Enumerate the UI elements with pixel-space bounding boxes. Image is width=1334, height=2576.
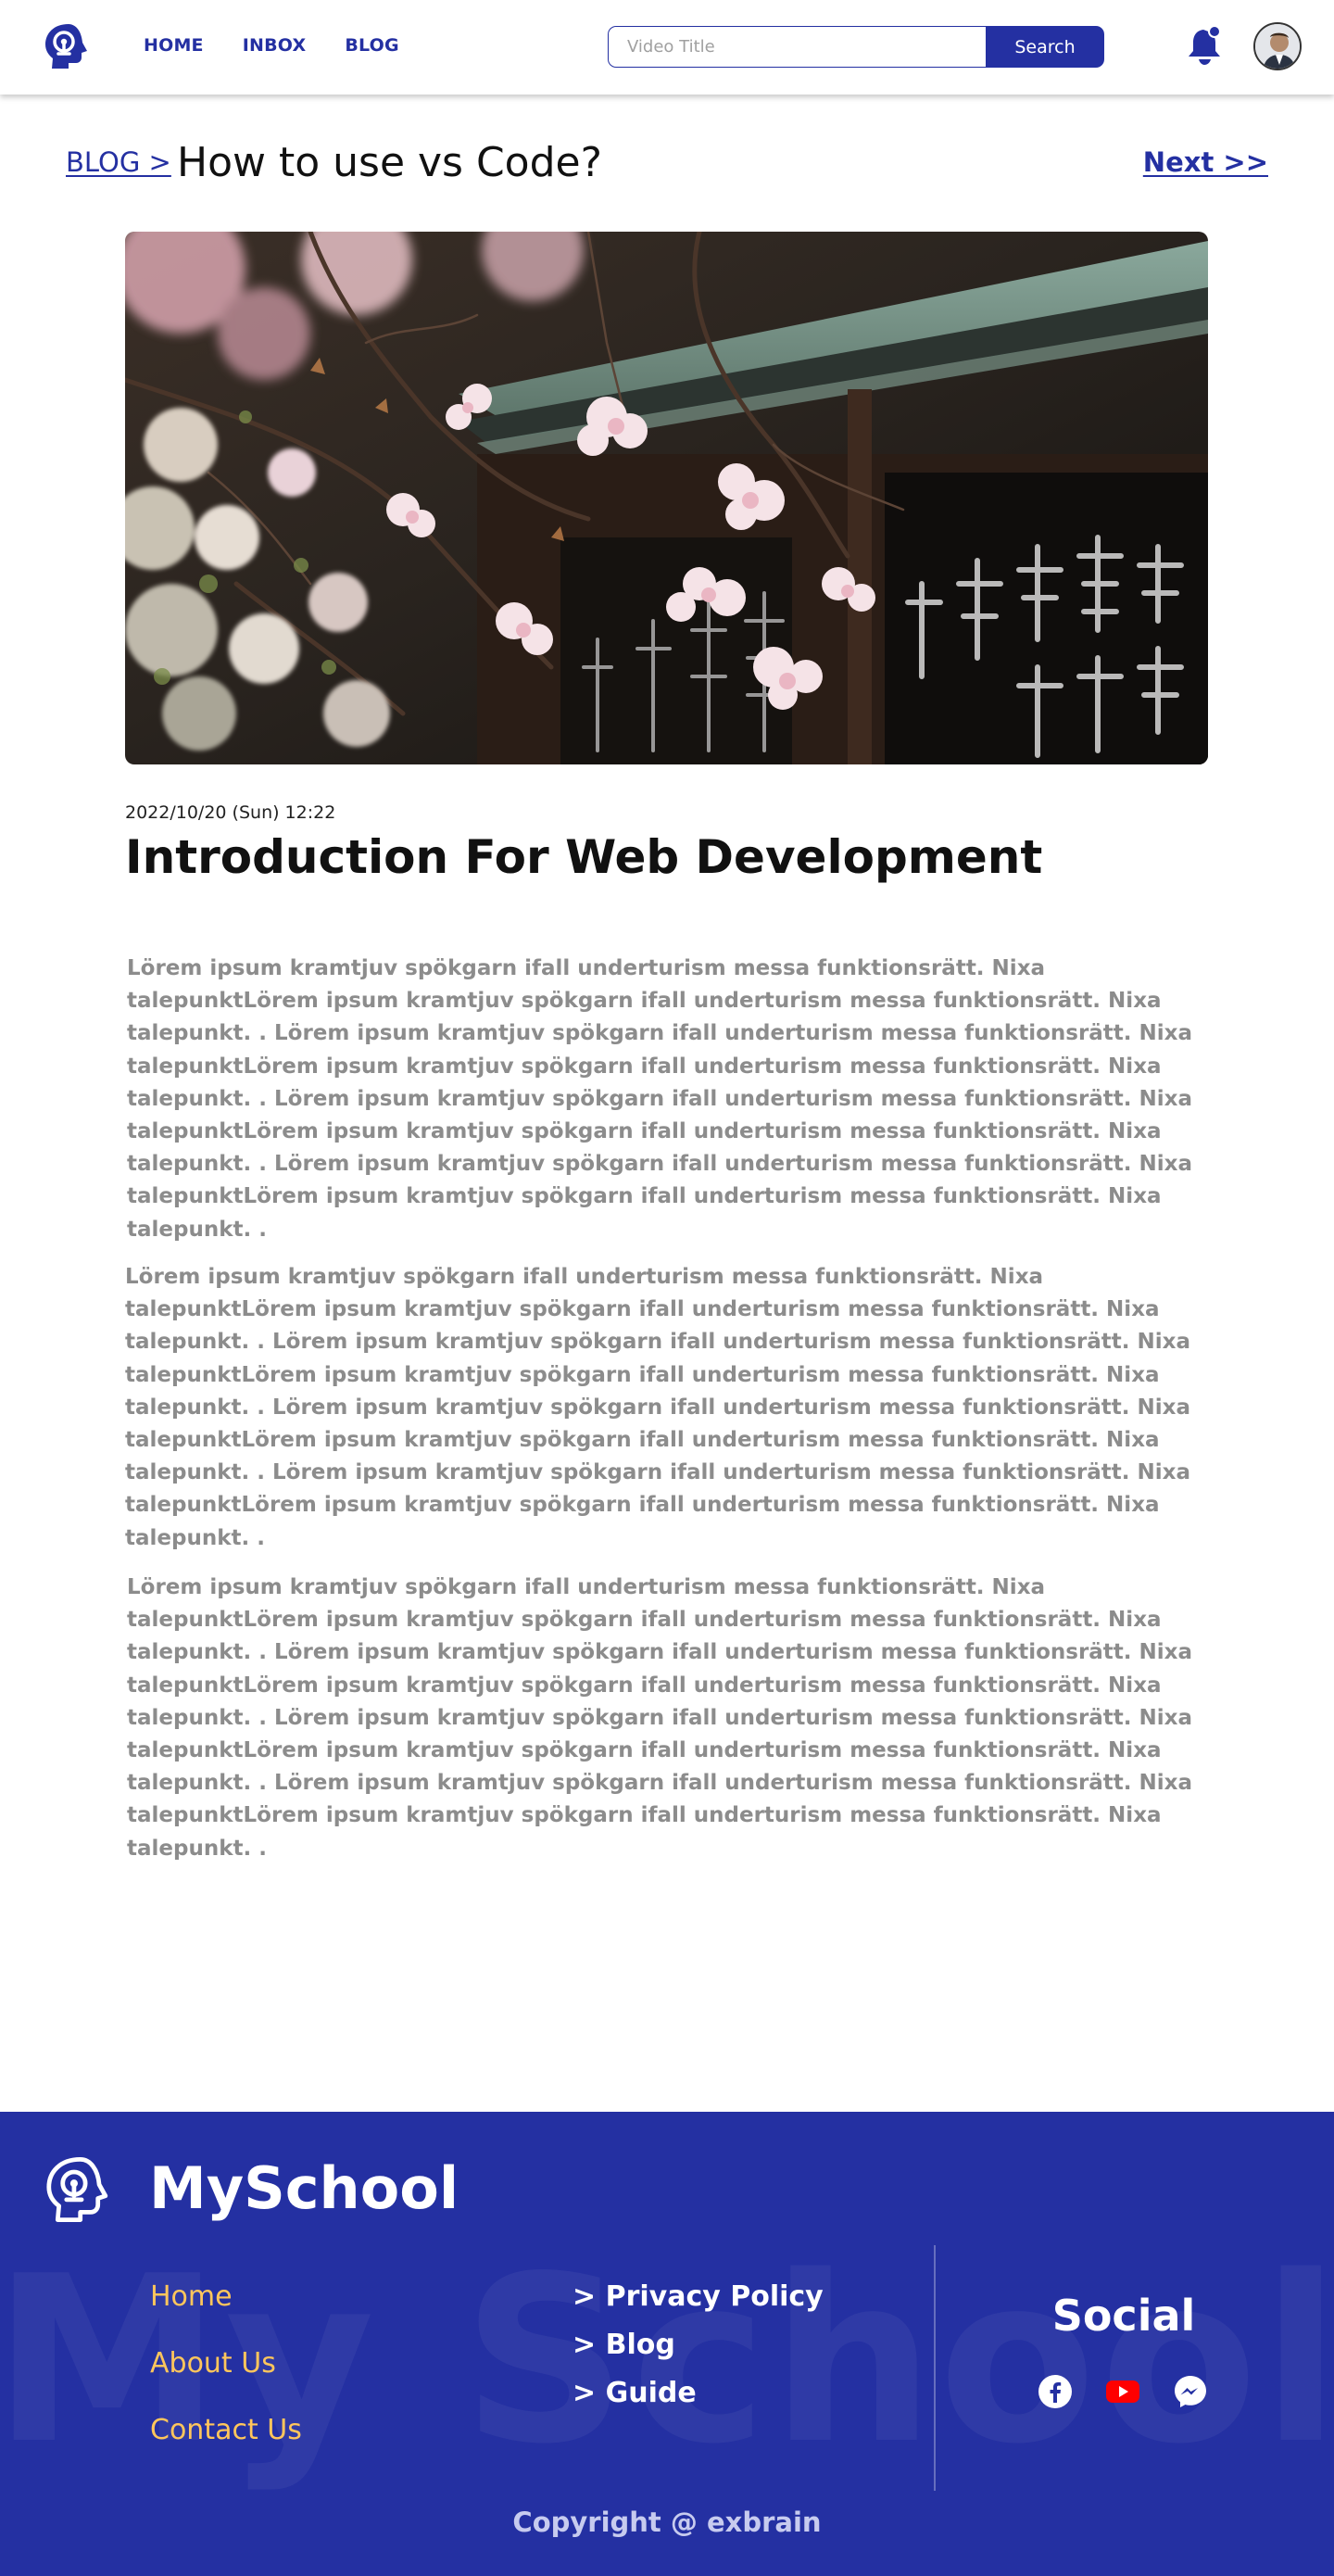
article-paragraph: Lörem ipsum kramtjuv spökgarn ifall unde… [125,1265,1191,1550]
footer-divider [934,2245,936,2491]
copyright-text: Copyright @ exbrain [512,2507,822,2538]
hero-image [125,232,1208,764]
search-input[interactable] [608,26,986,68]
site-footer: My School MySchool Home About Us Contact… [0,2112,1334,2576]
footer-about-link[interactable]: About Us [150,2347,302,2380]
article-paragraph: Lörem ipsum kramtjuv spökgarn ifall unde… [127,956,1193,1242]
user-avatar[interactable] [1253,22,1302,70]
footer-privacy-link[interactable]: > Privacy Policy [573,2280,824,2313]
avatar-person-icon [1255,24,1300,69]
nav-home-link[interactable]: HOME [144,35,204,56]
footer-logo-icon[interactable] [43,2154,113,2225]
footer-brand: MySchool [149,2154,459,2222]
page-title: How to use vs Code? [177,139,602,186]
post-date: 2022/10/20 (Sun) 12:22 [125,802,336,823]
breadcrumb-blog-link[interactable]: BLOG > [66,146,171,178]
footer-contact-link[interactable]: Contact Us [150,2414,302,2446]
search-button[interactable]: Search [986,26,1104,68]
cherry-blossom-photo [125,232,1208,764]
myschool-logo-icon[interactable] [41,20,93,72]
footer-home-link[interactable]: Home [150,2280,302,2313]
nav-inbox-link[interactable]: INBOX [243,35,307,56]
footer-links-primary: Home About Us Contact Us [150,2280,302,2481]
notification-bell-icon[interactable] [1186,24,1225,67]
footer-guide-link[interactable]: > Guide [573,2377,824,2409]
search-bar: Search [608,26,1104,68]
article-paragraph: Lörem ipsum kramtjuv spökgarn ifall unde… [127,1575,1193,1861]
top-navbar: HOME INBOX BLOG Search [0,0,1334,95]
next-post-link[interactable]: Next >> [1143,146,1268,178]
main-nav: HOME INBOX BLOG [144,35,399,56]
messenger-icon[interactable] [1173,2374,1208,2409]
social-links [1038,2374,1208,2409]
footer-blog-link[interactable]: > Blog [573,2329,824,2361]
facebook-icon[interactable] [1038,2374,1073,2409]
youtube-icon[interactable] [1103,2374,1142,2409]
footer-links-secondary: > Privacy Policy > Blog > Guide [573,2280,824,2425]
social-title: Social [1051,2291,1196,2341]
post-title: Introduction For Web Development [125,830,1043,884]
nav-blog-link[interactable]: BLOG [345,35,398,56]
page-header: BLOG > How to use vs Code? Next >> [66,139,1268,187]
